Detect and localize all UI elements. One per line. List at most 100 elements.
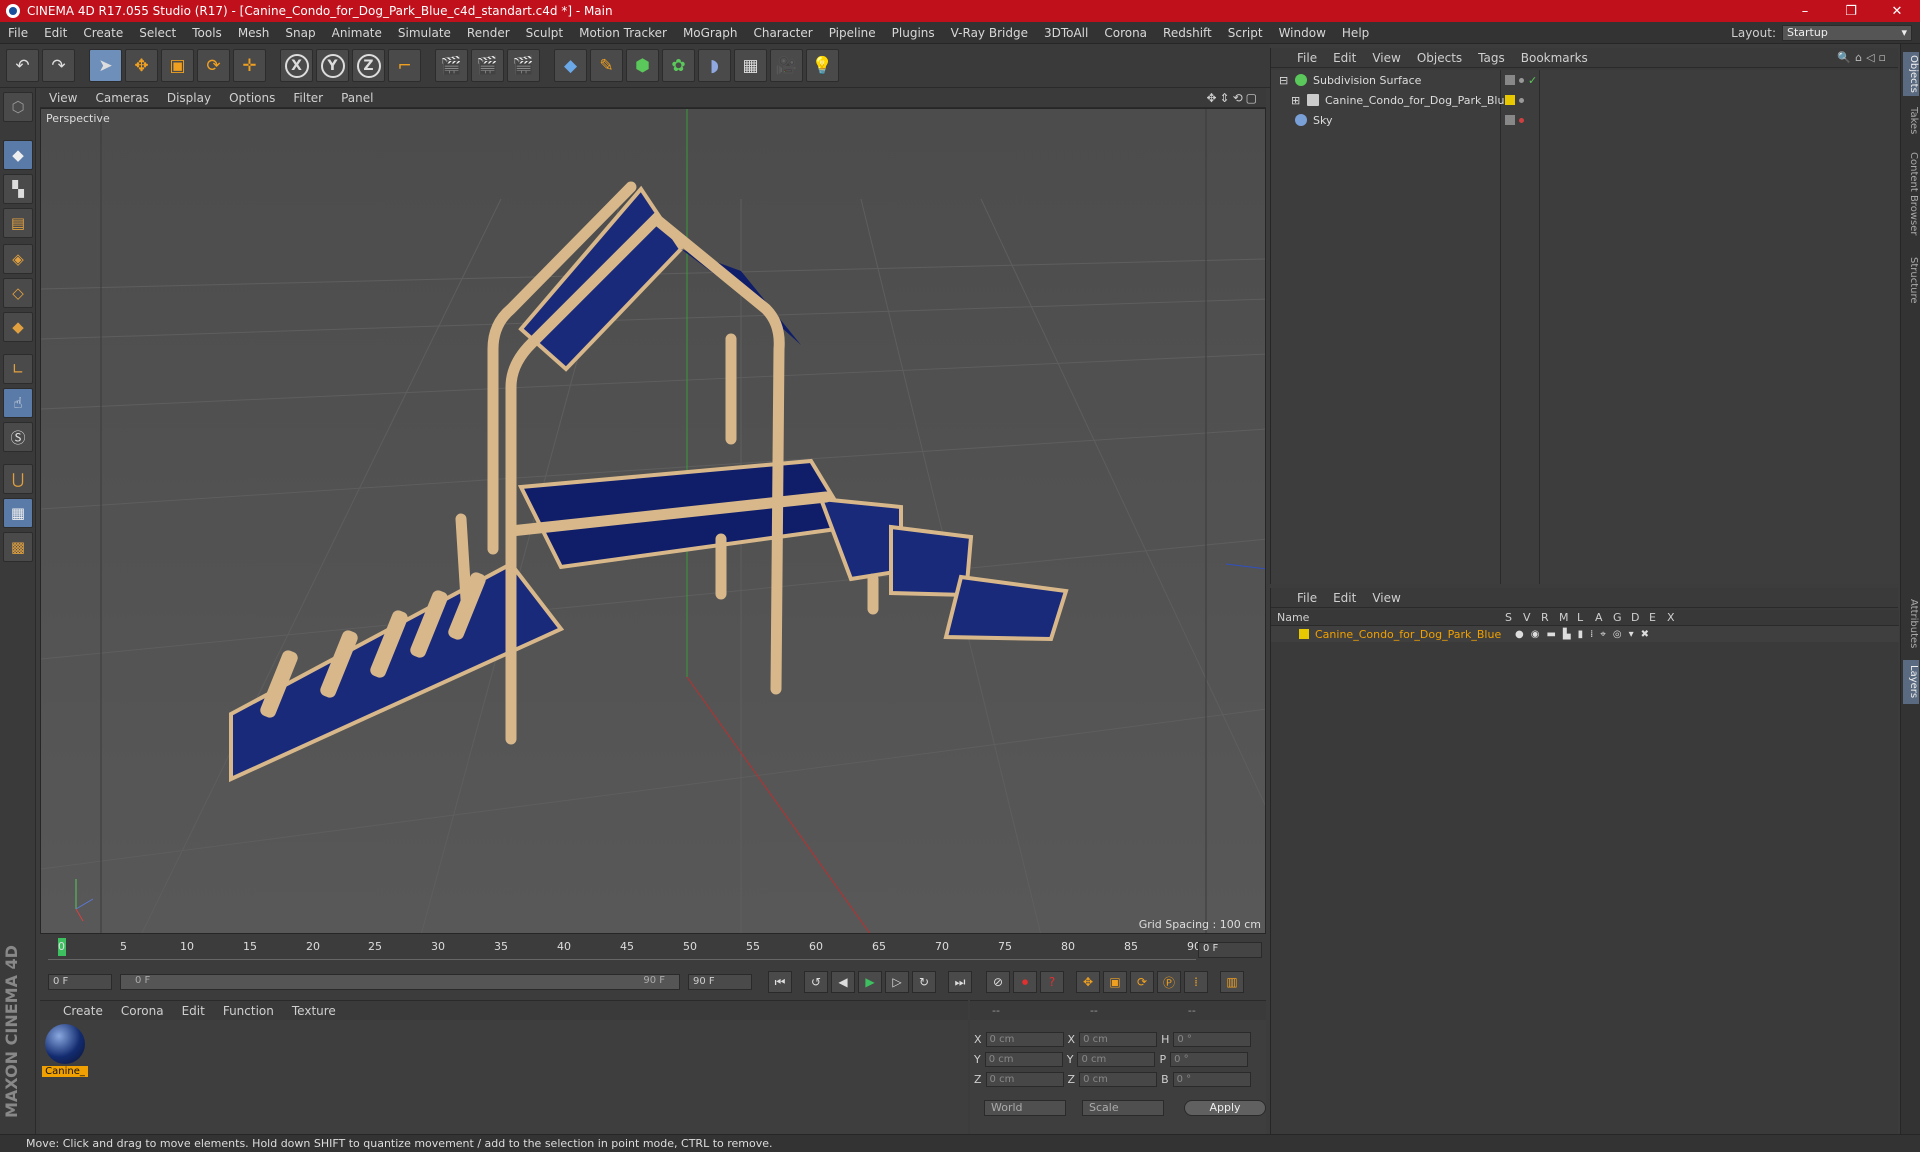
viewport-menu-options[interactable]: Options [220,91,284,105]
preview-range-slider[interactable]: 0 F 90 F [120,974,680,990]
objects-menu-file[interactable]: File [1289,51,1325,65]
record-button[interactable]: ⏺ [1013,971,1037,993]
material-menu-function[interactable]: Function [214,1004,283,1018]
rotation-b-field[interactable]: 0 ° [1172,1072,1251,1087]
tab-layers[interactable]: Layers [1903,660,1919,704]
size-x-field[interactable]: 0 cm [1079,1032,1158,1047]
model-mode-button[interactable]: ◆ [3,140,33,170]
menu-redshift[interactable]: Redshift [1155,26,1220,40]
magnet-button[interactable]: ⋃ [3,464,33,494]
mograph-button[interactable]: ✿ [662,49,695,82]
menu-create[interactable]: Create [75,26,131,40]
viewport-menu-filter[interactable]: Filter [284,91,332,105]
objects-menu-objects[interactable]: Objects [1409,51,1470,65]
perspective-viewport[interactable]: Perspective Grid Spacing : 100 cm [40,108,1266,934]
size-z-field[interactable]: 0 cm [1079,1072,1158,1087]
material-menu-texture[interactable]: Texture [283,1004,345,1018]
play-button[interactable]: ▶ [858,971,882,993]
tab-takes[interactable]: Takes [1903,104,1919,138]
start-frame-field[interactable]: 0 F [48,974,112,990]
key-scale-button[interactable]: ▣ [1103,971,1127,993]
menu-plugins[interactable]: Plugins [884,26,943,40]
layer-row[interactable]: Canine_Condo_for_Dog_Park_Blue ●◉▬▙▮⁞⌖◎▾… [1271,626,1899,642]
menu-motion-tracker[interactable]: Motion Tracker [571,26,675,40]
snap-settings-button[interactable]: ▩ [3,532,33,562]
menu-mograph[interactable]: MoGraph [675,26,746,40]
menu-select[interactable]: Select [131,26,184,40]
x-axis-button[interactable]: X [280,49,313,82]
go-to-end-button[interactable]: ⏭ [948,971,972,993]
light-button[interactable]: 💡 [806,49,839,82]
menu-render[interactable]: Render [459,26,518,40]
texture-mode-button[interactable]: ▚ [3,174,33,204]
scale-tool-button[interactable]: ▣ [161,49,194,82]
menu-file[interactable]: File [0,26,36,40]
menu-pipeline[interactable]: Pipeline [821,26,884,40]
autokey-button[interactable]: ? [1040,971,1064,993]
edges-mode-button[interactable]: ◇ [3,278,33,308]
position-z-field[interactable]: 0 cm [985,1072,1064,1087]
rotation-h-field[interactable]: 0 ° [1173,1032,1252,1047]
objects-toolbar-icons[interactable]: 🔍⌂◁▫ [1837,51,1898,64]
transform-tool-button[interactable]: ✛ [233,49,266,82]
material-menu-corona[interactable]: Corona [112,1004,173,1018]
move-tool-button[interactable]: ✥ [125,49,158,82]
menu-window[interactable]: Window [1271,26,1334,40]
layout-dropdown[interactable]: Startup [1782,24,1912,41]
visibility-dot-icon[interactable] [1519,117,1524,123]
checkmark-icon[interactable]: ✓ [1528,74,1537,87]
transform-mode-dropdown[interactable]: Scale [1082,1100,1164,1116]
layer-color-swatch[interactable] [1299,629,1309,639]
coordinate-mode-dropdown[interactable]: World [984,1100,1066,1116]
visibility-dot-icon[interactable] [1519,77,1524,83]
position-y-field[interactable]: 0 cm [984,1052,1063,1067]
object-row-sky[interactable]: Sky [1271,110,1899,130]
layers-menu-edit[interactable]: Edit [1325,591,1364,605]
objects-menu-view[interactable]: View [1364,51,1408,65]
snap-button[interactable]: ▦ [3,498,33,528]
viewport-nav-icons[interactable]: ✥⇕⟲▢ [1206,91,1266,105]
next-key-button[interactable]: ↻ [912,971,936,993]
go-to-start-button[interactable]: ⏮ [768,971,792,993]
pen-button[interactable]: ✎ [590,49,623,82]
objects-menu-edit[interactable]: Edit [1325,51,1364,65]
workplane-mode-button[interactable]: ▤ [3,208,33,238]
select-tool-button[interactable]: ➤ [89,49,122,82]
key-pla-button[interactable]: ⁞ [1184,971,1208,993]
make-editable-button[interactable]: ⬡ [3,92,33,122]
minimize-button[interactable]: – [1782,4,1828,19]
timeline-ruler[interactable]: 0 5 10 15 20 25 30 35 40 45 50 55 60 65 … [48,938,1201,960]
tab-content-browser[interactable]: Content Browser [1903,144,1919,244]
key-rotation-button[interactable]: ⟳ [1130,971,1154,993]
menu-help[interactable]: Help [1334,26,1377,40]
viewport-menu-cameras[interactable]: Cameras [86,91,157,105]
position-x-field[interactable]: 0 cm [985,1032,1064,1047]
objects-menu-tags[interactable]: Tags [1470,51,1513,65]
menu-corona[interactable]: Corona [1096,26,1155,40]
menu-animate[interactable]: Animate [324,26,390,40]
render-view-button[interactable]: 🎬 [435,49,468,82]
redo-button[interactable]: ↷ [42,49,75,82]
motion-record-button[interactable]: ⊘ [986,971,1010,993]
rotate-tool-button[interactable]: ⟳ [197,49,230,82]
layers-menu-view[interactable]: View [1364,591,1408,605]
key-parameter-button[interactable]: Ⓟ [1157,971,1181,993]
material-menu-create[interactable]: Create [54,1004,112,1018]
timeline-window-button[interactable]: ▥ [1220,971,1244,993]
menu-script[interactable]: Script [1220,26,1271,40]
tab-attributes[interactable]: Attributes [1903,592,1919,656]
menu-edit[interactable]: Edit [36,26,75,40]
material-swatch[interactable]: Canine_ [42,1024,88,1080]
z-axis-button[interactable]: Z [352,49,385,82]
previous-key-button[interactable]: ↺ [804,971,828,993]
render-picture-viewer-button[interactable]: 🎬 [471,49,504,82]
tab-objects[interactable]: Objects [1903,52,1919,96]
solo-button[interactable]: Ⓢ [3,422,33,452]
render-settings-button[interactable]: 🎬 [507,49,540,82]
viewport-menu-display[interactable]: Display [158,91,220,105]
current-frame-field[interactable]: 0 F [1198,942,1262,958]
expand-icon[interactable]: ⊞ [1291,94,1303,107]
key-position-button[interactable]: ✥ [1076,971,1100,993]
visibility-dot-icon[interactable] [1519,97,1524,103]
layers-menu-file[interactable]: File [1289,591,1325,605]
